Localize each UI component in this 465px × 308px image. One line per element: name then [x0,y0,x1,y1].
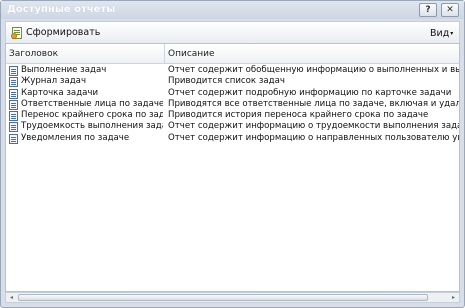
report-description: Отчет содержит подробную информацию по к… [168,87,452,98]
window-title: Доступные отчеты [7,4,116,15]
report-description: Приводятся все ответственные лица по зад… [168,98,459,109]
report-title: Трудоемкость выполнения задачи [21,121,163,132]
scrollbar-thumb[interactable] [18,294,428,301]
report-icon [9,133,18,144]
table-row[interactable]: Перенос крайнего срока по задаче Приводи… [6,110,459,122]
report-icon [9,122,18,133]
report-title: Перенос крайнего срока по задаче [21,110,163,121]
report-title: Ответственные лица по задаче [21,98,163,109]
table-row[interactable]: Выполнение задач Отчет содержит обобщенн… [6,65,459,76]
help-button[interactable]: ? [419,3,437,17]
grid-rows: Выполнение задач Отчет содержит обобщенн… [6,65,459,144]
report-icon [9,77,18,88]
reports-grid: Заголовок Описание Выполнение задач Отче… [5,43,460,292]
chevron-down-icon: ▾ [450,29,454,37]
table-row[interactable]: Уведомления по задаче Отчет содержит инф… [6,133,459,144]
view-label: Вид [430,27,450,39]
table-row[interactable]: Ответственные лица по задаче Приводятся … [6,99,459,110]
report-title: Выполнение задач [21,65,107,75]
scroll-right-icon[interactable]: ▸ [448,293,459,302]
grid-header: Заголовок Описание [6,44,459,64]
generate-button[interactable]: Сформировать [9,24,104,41]
report-icon [9,99,18,110]
reports-window: Доступные отчеты ? ✕ Сформировать Вид ▾ … [0,0,465,308]
scroll-left-icon[interactable]: ◂ [6,293,17,302]
report-icon [9,66,18,76]
report-description: Приводится история переноса крайнего сро… [168,110,429,121]
report-title: Карточка задачи [21,87,99,98]
table-row[interactable]: Журнал задач Приводится список задач [6,76,459,88]
report-title: Уведомления по задаче [21,132,130,143]
table-row[interactable]: Трудоемкость выполнения задачи Отчет сод… [6,121,459,133]
close-button[interactable]: ✕ [441,3,459,17]
toolbar: Сформировать Вид ▾ [5,21,460,43]
column-header-description[interactable]: Описание [168,49,215,59]
report-description: Отчет содержит информацию о трудоемкости… [168,121,459,132]
column-header-title[interactable]: Заголовок [9,49,58,59]
generate-report-icon [11,26,23,39]
report-icon [9,111,18,122]
report-description: Отчет содержит обобщенную информацию о в… [168,65,459,75]
horizontal-scrollbar[interactable]: ◂ ▸ [5,292,460,303]
title-bar[interactable]: Доступные отчеты ? ✕ [1,1,464,19]
table-row[interactable]: Карточка задачи Отчет содержит подробную… [6,88,459,99]
view-menu-button[interactable]: Вид ▾ [430,26,453,40]
report-description: Приводится список задач [168,76,285,87]
column-resize-handle[interactable] [164,44,165,64]
report-description: Отчет содержит информацию о направленных… [168,132,459,143]
generate-label: Сформировать [26,27,101,38]
report-icon [9,88,18,99]
report-title: Журнал задач [21,76,87,87]
